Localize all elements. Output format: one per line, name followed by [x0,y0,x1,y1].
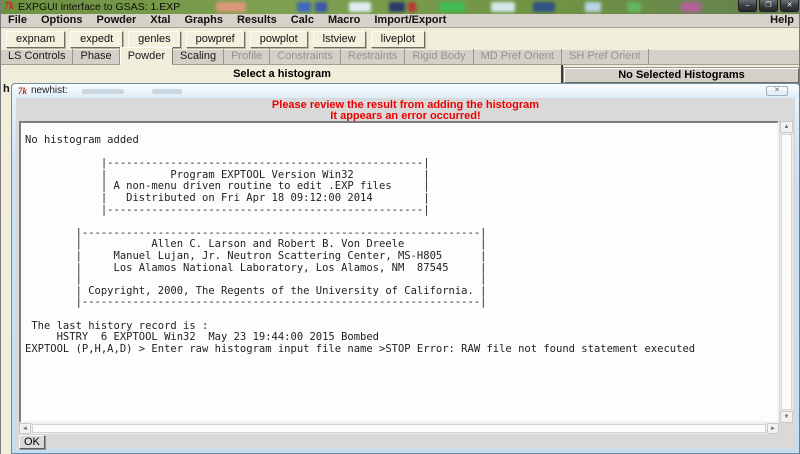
dialog-titlebar[interactable]: 7k newhist: ✕ [12,84,799,98]
window-title: EXPGUI interface to GSAS: 1.EXP [18,1,181,13]
menu-graphs[interactable]: Graphs [177,14,230,27]
scroll-down-icon[interactable]: ▼ [780,411,793,423]
lstview-button[interactable]: lstview [312,30,366,48]
menu-help[interactable]: Help [763,14,799,27]
desktop-icon-blur [408,2,416,12]
menu-powder[interactable]: Powder [90,14,144,27]
tab-profile: Profile [224,49,271,64]
tab-md-pref-orient: MD Pref Orient [474,49,562,64]
tab-ls-controls[interactable]: LS Controls [1,49,74,64]
scroll-right-icon[interactable]: ► [767,423,779,434]
desktop-icon-blur [627,2,641,12]
dialog-close-button[interactable]: ✕ [766,86,788,96]
panel-divider [561,65,563,83]
dialog-body: Please review the result from adding the… [16,98,795,449]
desktop-icon-blur [315,2,327,12]
vertical-scroll-thumb[interactable] [781,134,792,410]
expnam-button[interactable]: expnam [6,30,66,48]
tab-restraints: Restraints [341,49,406,64]
scroll-left-icon[interactable]: ◄ [19,423,31,434]
tab-scaling[interactable]: Scaling [173,49,225,64]
menu-xtal[interactable]: Xtal [143,14,177,27]
faded-title-text [82,89,124,94]
powplot-button[interactable]: powplot [249,30,308,48]
desktop-icon-blur [297,2,311,12]
tk-icon: 7k [4,1,14,12]
menu-import-export[interactable]: Import/Export [367,14,453,27]
window-titlebar[interactable]: 7k EXPGUI interface to GSAS: 1.EXP – ❐ ✕ [1,0,799,14]
menu-file[interactable]: File [1,14,34,27]
scroll-up-icon[interactable]: ▲ [780,121,793,133]
menu-macro[interactable]: Macro [321,14,367,27]
exptool-output-text: No histogram added |--------------------… [25,134,696,355]
tab-bar: LS Controls Phase Powder Scaling Profile… [1,47,799,65]
maximize-button[interactable]: ❐ [759,0,778,12]
tab-rigid-body: Rigid Body [405,49,474,64]
ok-button[interactable]: OK [19,435,45,449]
faded-title-text [152,89,182,94]
close-button[interactable]: ✕ [780,0,799,12]
desktop-icon-blur [533,2,555,12]
horizontal-scroll-thumb[interactable] [32,424,766,433]
menu-calc[interactable]: Calc [284,14,321,27]
minimize-button[interactable]: – [738,0,757,12]
desktop-icon-blur [681,2,701,12]
menu-results[interactable]: Results [230,14,284,27]
select-histogram-header: Select a histogram [233,68,331,80]
powpref-button[interactable]: powpref [185,30,245,48]
genles-button[interactable]: genles [128,30,181,48]
clipped-histogram-list-text: h [3,83,10,95]
menu-bar: File Options Powder Xtal Graphs Results … [1,14,799,28]
tk-icon: 7k [18,86,27,96]
selected-histograms-header: No Selected Histograms [564,68,799,83]
expgui-window: 7k EXPGUI interface to GSAS: 1.EXP – ❐ ✕… [0,0,800,454]
desktop-icon-blur [216,2,246,12]
vertical-scrollbar[interactable]: ▲ ▼ [780,121,793,423]
newhist-dialog: 7k newhist: ✕ Please review the result f… [11,83,799,454]
tab-constraints: Constraints [270,49,341,64]
tab-powder[interactable]: Powder [119,47,173,65]
desktop-icon-blur [439,2,465,12]
horizontal-scrollbar[interactable]: ◄ ► [19,423,779,434]
tab-sh-pref-orient: SH Pref Orient [562,49,649,64]
expedt-button[interactable]: expedt [70,30,124,48]
tab-phase[interactable]: Phase [73,49,120,64]
desktop-icon-blur [349,2,371,12]
desktop-icon-blur [389,2,405,12]
liveplot-button[interactable]: liveplot [370,30,425,48]
menu-options[interactable]: Options [34,14,90,27]
desktop-icon-blur [491,2,515,12]
dialog-title: newhist: [31,85,68,96]
window-controls: – ❐ ✕ [738,0,799,12]
exptool-output-textarea[interactable]: No histogram added |--------------------… [19,121,779,423]
desktop-icon-blur [585,2,601,12]
